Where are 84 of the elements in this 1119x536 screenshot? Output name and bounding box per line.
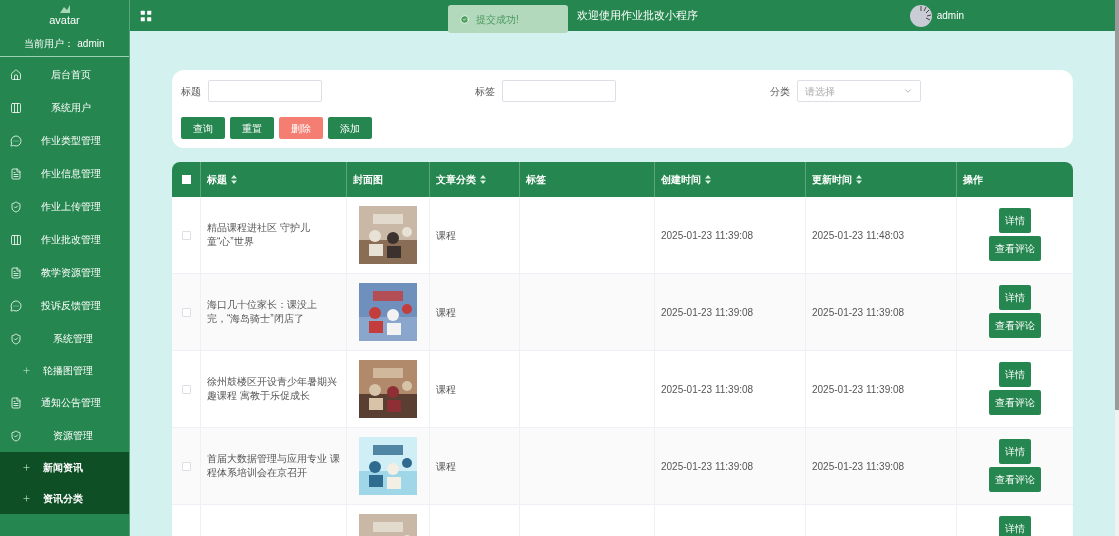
scrollbar[interactable] (1115, 0, 1119, 536)
document-icon (10, 396, 22, 409)
avatar-alt-text: avatar (49, 14, 80, 26)
menu-icon[interactable] (139, 8, 153, 23)
row-action-button[interactable]: 详情 (999, 285, 1031, 310)
row-action-button[interactable]: 查看评论 (989, 313, 1041, 338)
action-button[interactable]: 查询 (181, 117, 225, 139)
row-action-button[interactable]: 查看评论 (989, 467, 1041, 492)
table-cell-text: 2025-01-23 11:39:08 (812, 382, 905, 397)
sidebar-item[interactable]: 作业类型管理 (0, 124, 129, 157)
sidebar-item[interactable]: 投诉反馈管理 (0, 289, 129, 322)
sort-icon[interactable] (231, 175, 237, 184)
table-cell-text: 2025-01-23 11:39:08 (661, 228, 754, 243)
row-checkbox[interactable] (181, 461, 191, 471)
row-checkbox[interactable] (181, 307, 191, 317)
sort-icon[interactable] (705, 175, 711, 184)
header-title: 欢迎使用作业批改小程序 (577, 8, 698, 24)
row-action-button[interactable]: 查看评论 (989, 236, 1041, 261)
row-action-button[interactable]: 详情 (999, 439, 1031, 464)
columns-icon (10, 233, 22, 246)
row-action-button[interactable]: 详情 (999, 362, 1031, 387)
table-cell: 首届大数据管理与应用专业 课程体系培训会在京召开 (207, 452, 340, 480)
table-cell-text: 2025-01-23 11:39:08 (661, 382, 754, 397)
input-field[interactable] (208, 80, 322, 102)
sidebar-item[interactable]: 教学资源管理 (0, 256, 129, 289)
shield-icon (10, 200, 22, 213)
plus-icon (22, 366, 31, 375)
broken-image-icon (58, 4, 71, 14)
table-cell-text: 课程 (436, 382, 456, 397)
chat-icon (10, 299, 22, 312)
table-cell-text: 2025-01-23 11:39:08 (661, 459, 754, 474)
sidebar-item[interactable]: 后台首页 (0, 58, 129, 91)
row-action-button[interactable]: 详情 (999, 208, 1031, 233)
table-cell-text: 2025-01-23 11:39:08 (661, 305, 754, 320)
table-cell-text: 2025-01-23 11:48:03 (812, 228, 905, 243)
sidebar-item[interactable]: 作业批改管理 (0, 223, 129, 256)
shield-icon (10, 429, 22, 442)
row-action-button[interactable]: 查看评论 (989, 390, 1041, 415)
current-user-label: 当前用户： admin (24, 37, 105, 51)
category-select[interactable]: 请选择 (796, 80, 921, 102)
action-button[interactable]: 删除 (279, 117, 323, 139)
table-cell-text: 2025-01-23 11:39:08 (812, 459, 905, 474)
sidebar-item[interactable]: 通知公告管理 (0, 386, 129, 419)
success-icon (460, 14, 469, 24)
field-label: 标签 (475, 84, 496, 99)
sidebar-item[interactable]: 系统用户 (0, 91, 129, 124)
row-checkbox[interactable] (181, 384, 191, 394)
table-cell-text: 海口几十位家长：课没上完，“海岛骑士”闭店了 (207, 298, 318, 326)
home-icon (10, 68, 22, 81)
sidebar-subitem[interactable]: 资讯分类 (0, 483, 129, 514)
document-icon (10, 266, 22, 279)
sidebar-item[interactable]: 作业上传管理 (0, 190, 129, 223)
column-header: 操作 (962, 173, 984, 187)
sidebar-subitem[interactable]: 新闻资讯 (0, 452, 129, 483)
plus-icon (22, 494, 31, 503)
chat-icon (10, 134, 22, 147)
action-button[interactable]: 重置 (230, 117, 274, 139)
chevron-icon (902, 86, 913, 96)
row-action-button[interactable]: 详情 (999, 516, 1031, 536)
sort-icon[interactable] (480, 175, 486, 184)
table-cell-text: 课程 (436, 228, 456, 243)
sidebar-item[interactable]: 系统管理 (0, 322, 129, 355)
columns-icon (10, 101, 22, 114)
action-button[interactable]: 添加 (328, 117, 372, 139)
document-icon (10, 167, 22, 180)
sort-icon[interactable] (856, 175, 862, 184)
sidebar-item[interactable]: 作业信息管理 (0, 157, 129, 190)
field-label: 标题 (181, 84, 201, 99)
row-checkbox[interactable] (181, 230, 191, 240)
shield-icon (10, 332, 22, 345)
toast: 提交成功! (448, 5, 568, 33)
table-cell-text: 徐州鼓楼区开设青少年暑期兴趣课程 寓教于乐促成长 (207, 375, 338, 403)
sidebar-subitem[interactable]: 轮播图管理 (0, 355, 129, 386)
avatar-icon[interactable] (909, 4, 932, 27)
table-cell-text: 2025-01-23 11:39:08 (812, 305, 905, 320)
table-cell-text: 精品课程进社区 守护儿童“心”世界 (207, 221, 311, 249)
input-field[interactable] (502, 80, 617, 102)
field-label: 分类 (769, 84, 790, 99)
sidebar-item[interactable]: 资源管理 (0, 419, 129, 452)
table-cell-text: 课程 (436, 305, 456, 320)
table-cell-text: 课程 (436, 459, 456, 474)
plus-icon (22, 463, 31, 472)
user-name[interactable]: admin (936, 8, 964, 23)
header-checkbox[interactable] (181, 175, 191, 184)
